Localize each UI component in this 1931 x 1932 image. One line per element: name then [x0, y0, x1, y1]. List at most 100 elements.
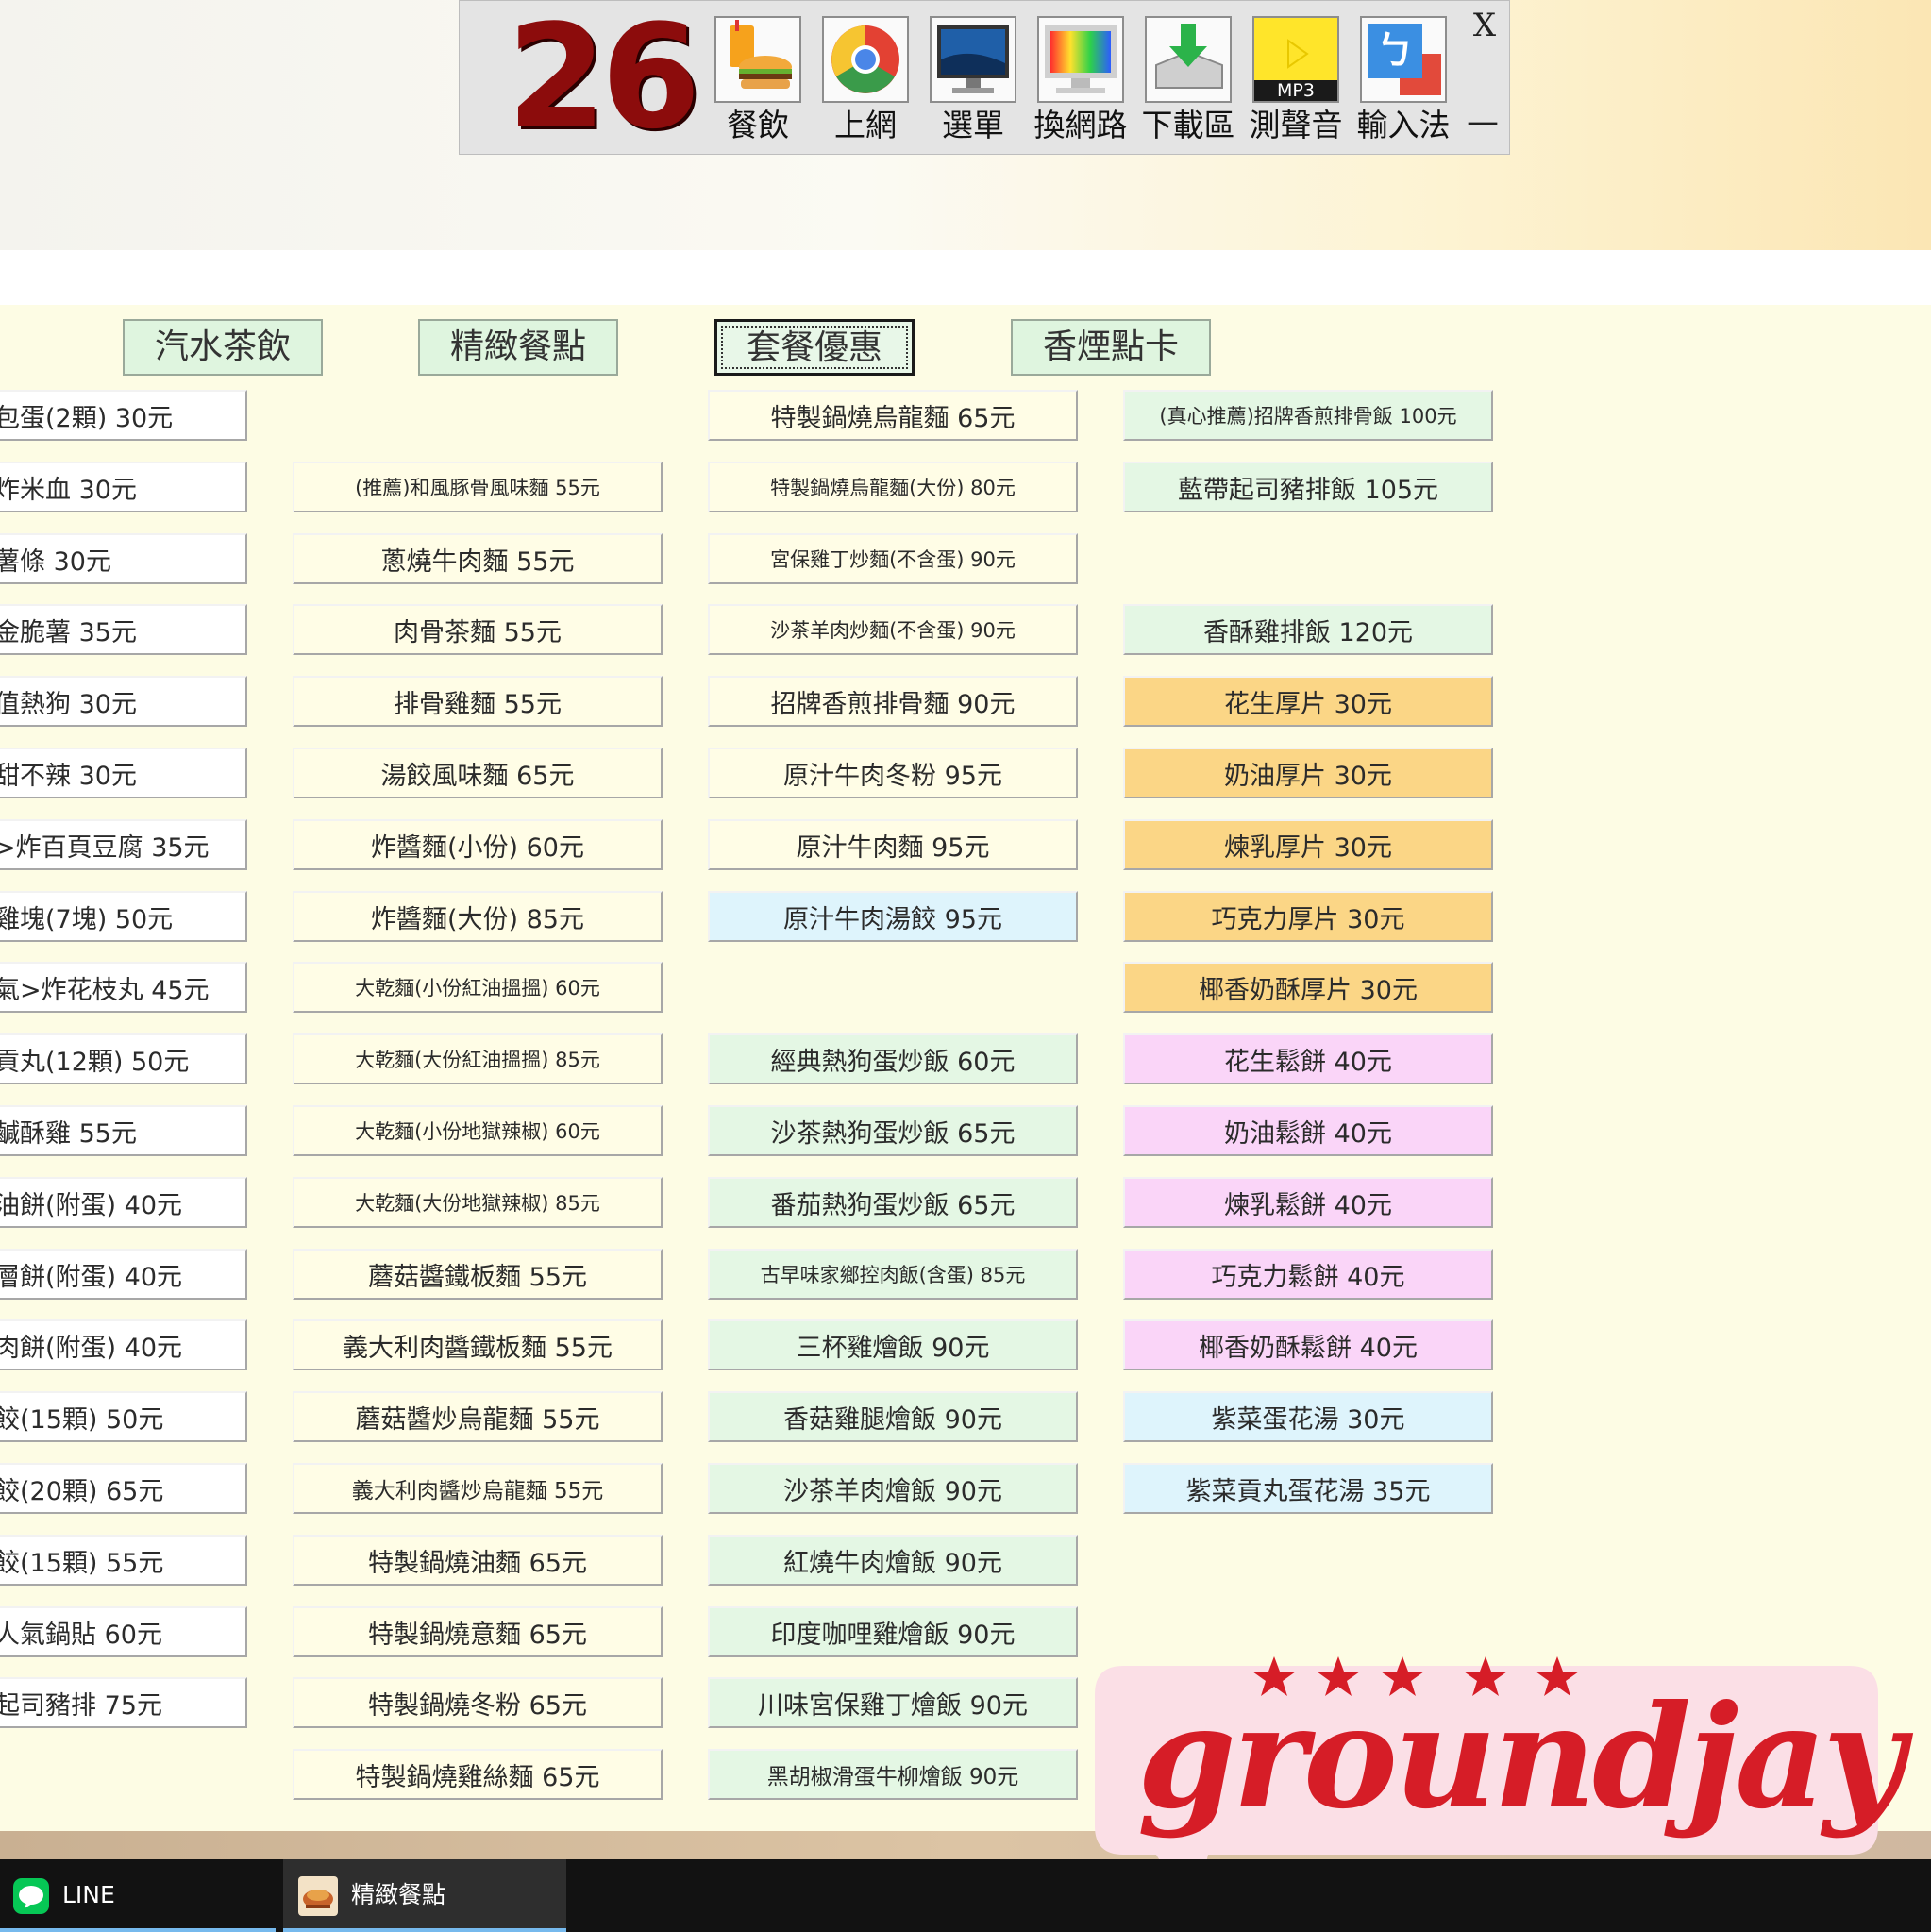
- menu-item-button[interactable]: 招牌香煎排骨麵 90元: [708, 676, 1078, 727]
- menu-item-button[interactable]: 番茄熱狗蛋炒飯 65元: [708, 1177, 1078, 1228]
- menu-item-button[interactable]: 椰香奶酥厚片 30元: [1123, 962, 1493, 1013]
- menu-item-button[interactable]: 紅燒牛肉燴飯 90元: [708, 1535, 1078, 1586]
- launcher-input-method-label: 輸入法: [1356, 107, 1451, 143]
- launcher-menu-button[interactable]: 選單: [924, 16, 1022, 154]
- launcher-download-button[interactable]: 下載區: [1139, 16, 1237, 154]
- menu-item-button[interactable]: 巧克力鬆餅 40元: [1123, 1249, 1493, 1300]
- taskbar-line[interactable]: LINE: [0, 1859, 276, 1932]
- menu-item-button[interactable]: 花生厚片 30元: [1123, 676, 1493, 727]
- close-button[interactable]: X: [1468, 7, 1502, 44]
- menu-item-button[interactable]: 古早味家鄉控肉飯(含蛋) 85元: [708, 1249, 1078, 1300]
- menu-item-button[interactable]: 油餅(附蛋) 40元: [0, 1177, 247, 1228]
- menu-item-button[interactable]: 義大利肉醬鐵板麵 55元: [293, 1319, 663, 1370]
- menu-item-button[interactable]: >炸百頁豆腐 35元: [0, 819, 247, 870]
- monitor-icon: [930, 16, 1016, 103]
- menu-item-button[interactable]: 義大利肉醬炒烏龍麵 55元: [293, 1463, 663, 1514]
- tab-fine-meals[interactable]: 精緻餐點: [418, 319, 618, 376]
- menu-item-button[interactable]: 雞塊(7塊) 50元: [0, 891, 247, 942]
- menu-item-button[interactable]: 原汁牛肉湯餃 95元: [708, 891, 1078, 942]
- launcher-internet-button[interactable]: 上網: [816, 16, 915, 154]
- menu-item-button[interactable]: 值熱狗 30元: [0, 676, 247, 727]
- menu-item-button[interactable]: 煉乳鬆餅 40元: [1123, 1177, 1493, 1228]
- menu-item-button[interactable]: 蘑菇醬鐵板麵 55元: [293, 1249, 663, 1300]
- tab-set-meals[interactable]: 套餐優惠: [714, 319, 915, 376]
- menu-item-button[interactable]: 蘑菇醬炒烏龍麵 55元: [293, 1391, 663, 1442]
- taskbar-food-app[interactable]: 精緻餐點: [283, 1859, 566, 1932]
- menu-item-button[interactable]: 特製鍋燒雞絲麵 65元: [293, 1749, 663, 1800]
- menu-item-button[interactable]: 層餅(附蛋) 40元: [0, 1249, 247, 1300]
- menu-item-button[interactable]: 煉乳厚片 30元: [1123, 819, 1493, 870]
- menu-item-button[interactable]: 三杯雞燴飯 90元: [708, 1319, 1078, 1370]
- menu-item-button[interactable]: 鹹酥雞 55元: [0, 1105, 247, 1156]
- menu-item-button[interactable]: 特製鍋燒烏龍麵 65元: [708, 390, 1078, 441]
- menu-item-button[interactable]: 包蛋(2顆) 30元: [0, 390, 247, 441]
- menu-item-button[interactable]: (真心推薦)招牌香煎排骨飯 100元: [1123, 390, 1493, 441]
- menu-item-button[interactable]: (推薦)和風豚骨風味麵 55元: [293, 462, 663, 512]
- menu-item-button[interactable]: 原汁牛肉麵 95元: [708, 819, 1078, 870]
- menu-item-button[interactable]: 大乾麵(小份地獄辣椒) 60元: [293, 1105, 663, 1156]
- menu-item-button[interactable]: 炸醬麵(大份) 85元: [293, 891, 663, 942]
- launcher-dining-label: 餐飲: [727, 107, 789, 143]
- launcher-switch-network-button[interactable]: 換網路: [1032, 16, 1130, 154]
- menu-item-button[interactable]: 奶油鬆餅 40元: [1123, 1105, 1493, 1156]
- menu-item-button[interactable]: 炸米血 30元: [0, 462, 247, 512]
- menu-item-button[interactable]: 紫菜貢丸蛋花湯 35元: [1123, 1463, 1493, 1514]
- menu-item-button[interactable]: 宮保雞丁炒麵(不含蛋) 90元: [708, 533, 1078, 584]
- menu-item-button[interactable]: 奶油厚片 30元: [1123, 748, 1493, 798]
- menu-item-button[interactable]: 大乾麵(大份紅油搵搵) 85元: [293, 1033, 663, 1084]
- taskbar-line-label: LINE: [62, 1881, 115, 1908]
- menu-item-button[interactable]: 特製鍋燒冬粉 65元: [293, 1677, 663, 1728]
- window-header-strip: [0, 250, 1931, 305]
- menu-item-button[interactable]: 貢丸(12顆) 50元: [0, 1033, 247, 1084]
- menu-item-button[interactable]: 川味宮保雞丁燴飯 90元: [708, 1677, 1078, 1728]
- mp3-badge: MP3: [1277, 80, 1315, 101]
- menu-item-button[interactable]: 大乾麵(大份地獄辣椒) 85元: [293, 1177, 663, 1228]
- taskbar-food-app-label: 精緻餐點: [351, 1881, 446, 1908]
- tab-drinks[interactable]: 汽水茶飲: [123, 319, 323, 376]
- menu-item-button[interactable]: 黑胡椒滑蛋牛柳燴飯 90元: [708, 1749, 1078, 1800]
- session-counter: 26: [507, 0, 701, 160]
- menu-item-button[interactable]: 特製鍋燒烏龍麵(大份) 80元: [708, 462, 1078, 512]
- menu-item-button[interactable]: 印度咖哩雞燴飯 90元: [708, 1606, 1078, 1657]
- menu-item-button[interactable]: 起司豬排 75元: [0, 1677, 247, 1728]
- menu-item-button[interactable]: 沙茶羊肉炒麵(不含蛋) 90元: [708, 604, 1078, 655]
- taskbar: LINE 精緻餐點: [0, 1859, 1931, 1932]
- menu-item-button[interactable]: 大乾麵(小份紅油搵搵) 60元: [293, 962, 663, 1013]
- menu-item-button[interactable]: 餃(15顆) 55元: [0, 1535, 247, 1586]
- menu-item-button[interactable]: 原汁牛肉冬粉 95元: [708, 748, 1078, 798]
- menu-item-button[interactable]: 巧克力厚片 30元: [1123, 891, 1493, 942]
- menu-item-button[interactable]: 紫菜蛋花湯 30元: [1123, 1391, 1493, 1442]
- download-icon: [1145, 16, 1232, 103]
- menu-item-button[interactable]: 金脆薯 35元: [0, 604, 247, 655]
- launcher-dining-button[interactable]: 餐飲: [709, 16, 807, 154]
- menu-item-button[interactable]: 藍帶起司豬排飯 105元: [1123, 462, 1493, 512]
- tab-cigarettes-cards[interactable]: 香煙點卡: [1011, 319, 1211, 376]
- menu-item-button[interactable]: 排骨雞麵 55元: [293, 676, 663, 727]
- menu-item-button[interactable]: 氣>炸花枝丸 45元: [0, 962, 247, 1013]
- menu-item-button[interactable]: 炸醬麵(小份) 60元: [293, 819, 663, 870]
- menu-item-button[interactable]: 香菇雞腿燴飯 90元: [708, 1391, 1078, 1442]
- launcher-sound-test-button[interactable]: MP3 測聲音: [1247, 16, 1345, 154]
- menu-item-button[interactable]: 特製鍋燒意麵 65元: [293, 1606, 663, 1657]
- launcher-switch-network-label: 換網路: [1033, 107, 1128, 143]
- menu-item-button[interactable]: 花生鬆餅 40元: [1123, 1033, 1493, 1084]
- minimize-button[interactable]: —: [1462, 103, 1503, 141]
- menu-item-button[interactable]: 人氣鍋貼 60元: [0, 1606, 247, 1657]
- menu-item-button[interactable]: 椰香奶酥鬆餅 40元: [1123, 1319, 1493, 1370]
- menu-item-button[interactable]: 餃(15顆) 50元: [0, 1391, 247, 1442]
- menu-item-button[interactable]: 沙茶羊肉燴飯 90元: [708, 1463, 1078, 1514]
- menu-item-button[interactable]: 香酥雞排飯 120元: [1123, 604, 1493, 655]
- menu-item-button[interactable]: 肉骨茶麵 55元: [293, 604, 663, 655]
- menu-item-button[interactable]: 甜不辣 30元: [0, 748, 247, 798]
- menu-item-button[interactable]: 湯餃風味麵 65元: [293, 748, 663, 798]
- menu-item-button[interactable]: 特製鍋燒油麵 65元: [293, 1535, 663, 1586]
- menu-item-button[interactable]: 沙茶熱狗蛋炒飯 65元: [708, 1105, 1078, 1156]
- menu-item-button[interactable]: 餃(20顆) 65元: [0, 1463, 247, 1514]
- menu-item-button[interactable]: 肉餅(附蛋) 40元: [0, 1319, 247, 1370]
- menu-item-button[interactable]: 經典熱狗蛋炒飯 60元: [708, 1033, 1078, 1084]
- menu-item-button[interactable]: 蔥燒牛肉麵 55元: [293, 533, 663, 584]
- launcher-internet-label: 上網: [834, 107, 897, 143]
- chrome-icon: [822, 16, 909, 103]
- menu-item-button[interactable]: 薯條 30元: [0, 533, 247, 584]
- launcher-input-method-button[interactable]: ㄅ 輸入法: [1354, 16, 1452, 154]
